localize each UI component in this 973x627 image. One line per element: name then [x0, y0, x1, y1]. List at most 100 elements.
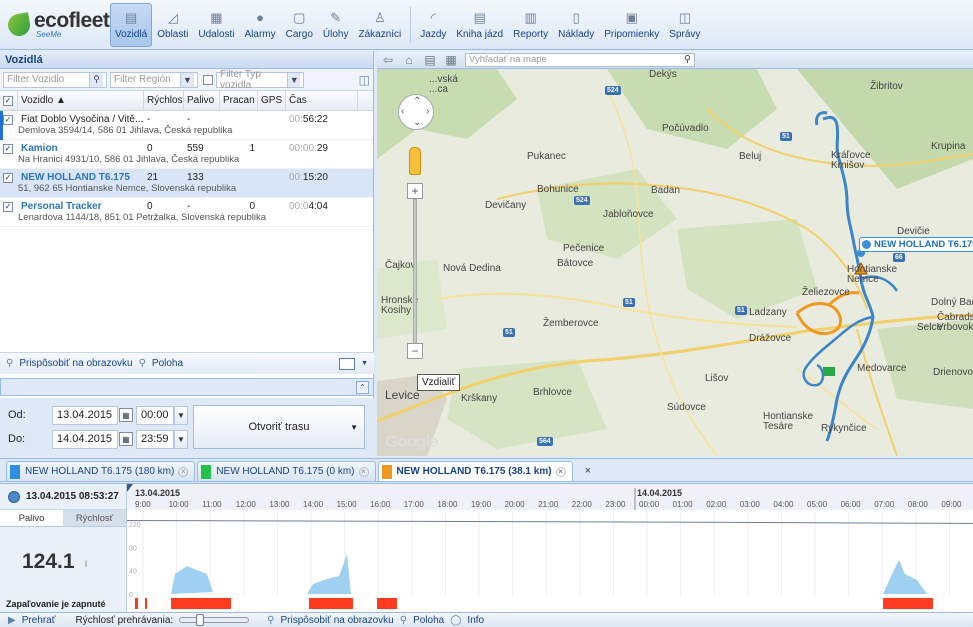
zoom-in-button[interactable]: +: [407, 183, 423, 199]
map-search-input[interactable]: Vyhľadať na mape ⚲: [465, 52, 695, 67]
filter-type-select[interactable]: Filter Typ vozidla ▼: [216, 69, 304, 91]
layout-menu-icon[interactable]: [339, 357, 356, 370]
toolbar-costs-button[interactable]: ▯ Náklady: [553, 3, 599, 47]
pan-down-icon[interactable]: ⌄: [413, 117, 421, 128]
zoom-fit-icon[interactable]: ⚲: [6, 358, 13, 369]
pan-right-icon[interactable]: ›: [426, 106, 429, 117]
playback-speed-slider[interactable]: [179, 614, 250, 626]
zoom-slider-track[interactable]: [413, 199, 417, 359]
vehicle-name[interactable]: Kamion: [18, 143, 144, 154]
tab-fuel[interactable]: Palivo: [0, 510, 63, 526]
toolbar-areas-button[interactable]: ◿ Oblasti: [152, 3, 193, 47]
fit-to-screen-button[interactable]: Prispôsobiť na obrazovku: [19, 358, 132, 369]
from-date-input[interactable]: 13.04.2015: [52, 406, 118, 425]
vehicle-name[interactable]: Personal Tracker: [18, 201, 144, 212]
map-label-drienovo: Drienovo: [933, 367, 973, 378]
reminders-icon: ▣: [625, 10, 638, 25]
play-icon[interactable]: ▶: [8, 615, 16, 626]
col-work[interactable]: Pracan: [220, 90, 258, 111]
info-icon[interactable]: ◯: [450, 615, 461, 626]
toolbar-tasks-button[interactable]: ✎ Úlohy: [318, 3, 354, 47]
toolbar-cargo-button[interactable]: ▢ Cargo: [281, 3, 318, 47]
fit-to-screen-bottom-button[interactable]: Prispôsobiť na obrazovku: [280, 615, 393, 626]
brand-name: ecofleet: [34, 9, 110, 32]
pan-left-icon[interactable]: ‹: [401, 106, 404, 117]
hour-tick-label: 17:00: [404, 500, 425, 509]
toolbar-reports-button[interactable]: ▥ Reporty: [508, 3, 553, 47]
tab-speed[interactable]: Rýchlosť: [63, 510, 126, 526]
route-tab[interactable]: NEW HOLLAND T6.175 (0 km) ×: [197, 461, 376, 481]
chevron-down-icon[interactable]: ▼: [350, 423, 358, 432]
col-gps[interactable]: GPS: [258, 90, 286, 111]
vehicle-checkbox[interactable]: ✓: [3, 172, 13, 183]
vehicle-checkbox[interactable]: ✓: [3, 143, 13, 154]
filter-type-checkbox[interactable]: [203, 74, 213, 85]
toolbar-trips-button[interactable]: ◜ Jazdy: [415, 3, 451, 47]
from-time-input[interactable]: 00:00: [136, 406, 174, 425]
chevron-down-icon[interactable]: ▼: [174, 406, 188, 425]
select-all-checkbox[interactable]: ✓: [3, 95, 13, 106]
col-speed[interactable]: Rýchlosť: [144, 90, 184, 111]
street-view-pegman-icon[interactable]: [409, 147, 421, 175]
position-bottom-button[interactable]: Poloha: [413, 615, 444, 626]
route-tab[interactable]: NEW HOLLAND T6.175 (38.1 km) ×: [377, 461, 573, 481]
toolbar-events-button[interactable]: ▦ Udalosti: [193, 3, 239, 47]
zoom-out-button[interactable]: −: [407, 343, 423, 359]
route-icon[interactable]: ▦: [444, 53, 458, 67]
toolbar-alarm-button[interactable]: ● Alarmy: [240, 3, 281, 47]
zoom-fit-icon[interactable]: ⚲: [267, 615, 274, 626]
fuel-timeline-chart[interactable]: 13.04.2015 14.04.2015 9:00 10:00 11:00 12:00 1…: [127, 484, 973, 613]
chevron-down-icon[interactable]: ▼: [174, 430, 188, 449]
road-shield: 51: [780, 132, 792, 141]
vehicle-map-label[interactable]: NEW HOLLAND T6.175: [859, 237, 973, 252]
chevron-down-icon[interactable]: ▼: [361, 360, 368, 367]
calendar-icon[interactable]: ▦: [119, 432, 133, 446]
toolbar-logbook-button[interactable]: ▤ Kniha jázd: [451, 3, 508, 47]
slider-thumb[interactable]: [196, 614, 205, 626]
close-icon[interactable]: ×: [178, 466, 189, 477]
vehicle-row[interactable]: ✓ NEW HOLLAND T6.175 21 133 00:15:20 51, 962 …: [0, 169, 373, 198]
search-icon[interactable]: ⚲: [684, 54, 691, 65]
toolbar-customers-button[interactable]: ♙ Zákazníci: [353, 3, 406, 47]
vehicle-row[interactable]: ✓ Personal Tracker 0-0 00:04:04 Lenardova 11…: [0, 198, 373, 227]
to-date-input[interactable]: 14.04.2015: [52, 430, 118, 449]
close-icon[interactable]: ×: [555, 466, 566, 477]
expand-up-icon[interactable]: ⌃: [356, 380, 369, 394]
map-view[interactable]: ⇦ ⌂ ▤ ▦ Vyhľadať na mape ⚲ Dekýs Žibrito…: [377, 51, 973, 456]
col-fuel[interactable]: Palivo: [184, 90, 220, 111]
vehicle-name[interactable]: NEW HOLLAND T6.175: [18, 172, 144, 183]
toolbar-reminders-button[interactable]: ▣ Pripomienky: [599, 3, 664, 47]
vehicle-checkbox[interactable]: ✓: [3, 114, 13, 125]
filter-vehicle-input[interactable]: Filter Vozidlo ⚲: [3, 71, 107, 88]
col-time[interactable]: Čas: [286, 90, 358, 111]
chevron-down-icon[interactable]: ▼: [180, 72, 194, 87]
filter-region-select[interactable]: Filter Región ▼: [110, 71, 198, 88]
to-time-input[interactable]: 23:59: [136, 430, 174, 449]
vehicle-row[interactable]: ✓ Kamion 0 559 1 00:00:29 Na Hranici 4931/10, …: [0, 140, 373, 169]
layers-icon[interactable]: ▤: [423, 53, 437, 67]
vehicle-name[interactable]: Fiat Doblo Vysočina / Vitě...: [18, 114, 144, 125]
position-button[interactable]: Poloha: [152, 358, 183, 369]
back-arrow-icon[interactable]: ⇦: [381, 53, 395, 67]
calendar-icon[interactable]: ▦: [119, 408, 133, 422]
route-tab[interactable]: NEW HOLLAND T6.175 (180 km) ×: [6, 461, 196, 481]
toolbar-vehicles-button[interactable]: ▤ Vozidlá: [110, 2, 153, 47]
play-button[interactable]: Prehrať: [22, 615, 56, 626]
pan-up-icon[interactable]: ⌃: [413, 96, 421, 107]
open-route-button[interactable]: Otvoriť trasu ▼: [193, 405, 365, 449]
vehicle-checkbox[interactable]: ✓: [3, 201, 13, 212]
col-vehicle[interactable]: Vozidlo ▲: [18, 90, 144, 111]
chevron-down-icon[interactable]: ▼: [287, 72, 300, 87]
select-all-checkbox-cell[interactable]: ✓: [0, 90, 18, 111]
info-button[interactable]: Info: [467, 615, 484, 626]
close-all-tabs-icon[interactable]: ×: [575, 461, 601, 481]
position-icon[interactable]: ⚲: [400, 615, 407, 626]
refresh-icon[interactable]: ◫: [359, 73, 370, 87]
pan-control[interactable]: ⌃ ‹ › ⌄: [398, 94, 434, 130]
search-icon[interactable]: ⚲: [89, 72, 103, 87]
vehicle-row[interactable]: ✓ Fiat Doblo Vysočina / Vitě... - -00:56:22…: [0, 111, 373, 140]
home-icon[interactable]: ⌂: [402, 53, 416, 67]
position-icon[interactable]: ⚲: [139, 358, 146, 369]
toolbar-messages-button[interactable]: ◫ Správy: [664, 3, 705, 47]
close-icon[interactable]: ×: [358, 466, 369, 477]
